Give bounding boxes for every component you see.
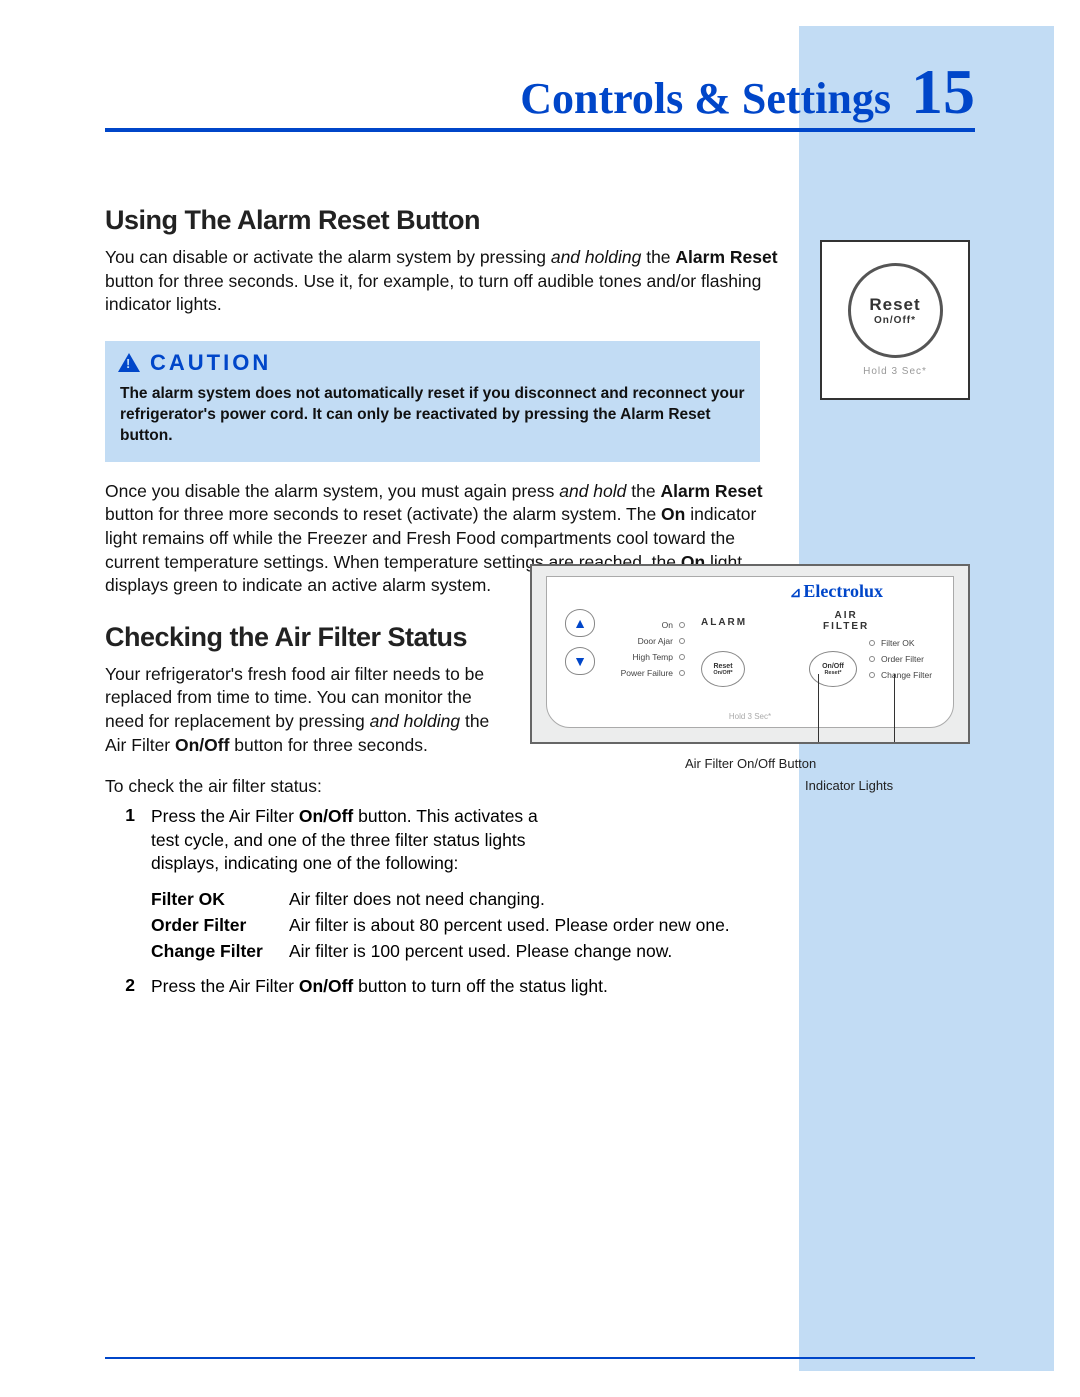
section-2-p1: Your refrigerator's fresh food air filte… — [105, 663, 510, 758]
indicator-dot-icon — [679, 654, 685, 660]
text: On/Off — [822, 663, 844, 670]
callout-line — [818, 674, 819, 744]
caution-title: CAUTION — [150, 350, 271, 376]
indicator-dot-icon — [869, 672, 875, 678]
text: Once you disable the alarm system, you m… — [105, 481, 559, 501]
footer-rule — [105, 1357, 975, 1359]
alarm-indicator-col: On Door Ajar High Temp Power Failure — [615, 617, 685, 681]
control-panel-box: Electrolux ▲ ▼ ALARM AIR FILTER On Door … — [530, 564, 970, 744]
text-bold: On/Off — [299, 806, 353, 826]
callout-line — [894, 674, 895, 744]
callout-label-1: Air Filter On/Off Button — [685, 756, 816, 771]
text: button for three seconds. Use it, for ex… — [105, 271, 761, 315]
status-table: Filter OK Air filter does not need chang… — [151, 886, 780, 965]
text: FILTER — [823, 621, 869, 632]
status-label: Filter OK — [151, 886, 271, 912]
text: AIR — [835, 610, 858, 621]
step-2: 2 Press the Air Filter On/Off button to … — [105, 975, 780, 999]
text: Press the Air Filter — [151, 806, 299, 826]
status-row: Order Filter Air filter is about 80 perc… — [151, 912, 780, 938]
panel-hold-text: Hold 3 Sec* — [547, 712, 953, 721]
text: button to turn off the status light. — [353, 976, 608, 996]
status-label: Change Filter — [151, 938, 271, 964]
warning-icon — [118, 353, 140, 372]
page-number: 15 — [911, 55, 975, 129]
header-rule — [105, 128, 975, 132]
reset-label-2: On/Off* — [874, 315, 916, 326]
indicator-dot-icon — [869, 640, 875, 646]
indicator-label: Filter OK — [881, 638, 915, 648]
step-number: 2 — [105, 975, 135, 999]
control-panel-figure: Electrolux ▲ ▼ ALARM AIR FILTER On Door … — [530, 564, 970, 744]
step-number: 1 — [105, 805, 135, 876]
page-title: Controls & Settings — [520, 73, 891, 124]
indicator-label: Door Ajar — [615, 636, 673, 646]
indicator-dot-icon — [679, 622, 685, 628]
indicator-label: Power Failure — [615, 668, 673, 678]
text-italic: and hold — [559, 481, 626, 501]
text: Press the Air Filter — [151, 976, 299, 996]
reset-label-1: Reset — [869, 295, 920, 315]
status-desc: Air filter does not need changing. — [289, 886, 545, 912]
text: the — [626, 481, 660, 501]
text: button for three more seconds to reset (… — [105, 504, 661, 524]
text-bold: On — [661, 504, 685, 524]
status-desc: Air filter is about 80 percent used. Ple… — [289, 912, 730, 938]
callout-label-2: Indicator Lights — [805, 778, 893, 793]
indicator-label: Order Filter — [881, 654, 924, 664]
text-bold: On/Off — [175, 735, 229, 755]
indicator-label: High Temp — [615, 652, 673, 662]
page-header: Controls & Settings 15 — [105, 55, 975, 129]
filter-indicator-col: Filter OK Order Filter Change Filter — [869, 635, 932, 683]
text-bold: On/Off — [299, 976, 353, 996]
caution-header: CAUTION — [106, 342, 759, 382]
panel-reset-button: Reset On/Off* — [701, 651, 745, 687]
caution-body: The alarm system does not automatically … — [106, 382, 759, 461]
text-italic: and holding — [551, 247, 642, 267]
text-bold: Alarm Reset — [660, 481, 762, 501]
alarm-header: ALARM — [701, 617, 747, 628]
indicator-dot-icon — [679, 638, 685, 644]
text: On/Off* — [713, 670, 732, 676]
temp-adjust-buttons: ▲ ▼ — [565, 609, 595, 675]
text: button for three seconds. — [229, 735, 427, 755]
text: Reset — [713, 663, 732, 670]
caution-box: CAUTION The alarm system does not automa… — [105, 341, 760, 462]
reset-button-callout: Reset On/Off* Hold 3 Sec* — [820, 240, 970, 400]
section-1-p1: You can disable or activate the alarm sy… — [105, 246, 780, 317]
indicator-dot-icon — [679, 670, 685, 676]
section-1-heading: Using The Alarm Reset Button — [105, 205, 780, 236]
step-1: 1 Press the Air Filter On/Off button. Th… — [105, 805, 780, 876]
temp-up-icon: ▲ — [565, 609, 595, 637]
text-bold: Alarm Reset — [675, 247, 777, 267]
indicator-label: Change Filter — [881, 670, 932, 680]
section-2-lead: To check the air filter status: — [105, 775, 780, 799]
reset-button-graphic: Reset On/Off* — [848, 263, 943, 358]
text: You can disable or activate the alarm sy… — [105, 247, 551, 267]
step-2-body: Press the Air Filter On/Off button to tu… — [151, 975, 608, 999]
status-row: Change Filter Air filter is 100 percent … — [151, 938, 780, 964]
temp-down-icon: ▼ — [565, 647, 595, 675]
panel-onoff-button: On/Off Reset* — [809, 651, 857, 687]
air-filter-header: AIR FILTER — [823, 610, 869, 632]
step-1-body: Press the Air Filter On/Off button. This… — [151, 805, 556, 876]
text-italic: and holding — [370, 711, 461, 731]
indicator-dot-icon — [869, 656, 875, 662]
control-panel-inner: Electrolux ▲ ▼ ALARM AIR FILTER On Door … — [546, 576, 954, 728]
text: the — [641, 247, 675, 267]
status-row: Filter OK Air filter does not need chang… — [151, 886, 780, 912]
brand-logo: Electrolux — [790, 581, 883, 602]
text: Reset* — [824, 670, 841, 676]
reset-hold-label: Hold 3 Sec* — [863, 366, 927, 377]
status-label: Order Filter — [151, 912, 271, 938]
steps-list: 1 Press the Air Filter On/Off button. Th… — [105, 805, 780, 998]
status-desc: Air filter is 100 percent used. Please c… — [289, 938, 672, 964]
indicator-label: On — [615, 620, 673, 630]
